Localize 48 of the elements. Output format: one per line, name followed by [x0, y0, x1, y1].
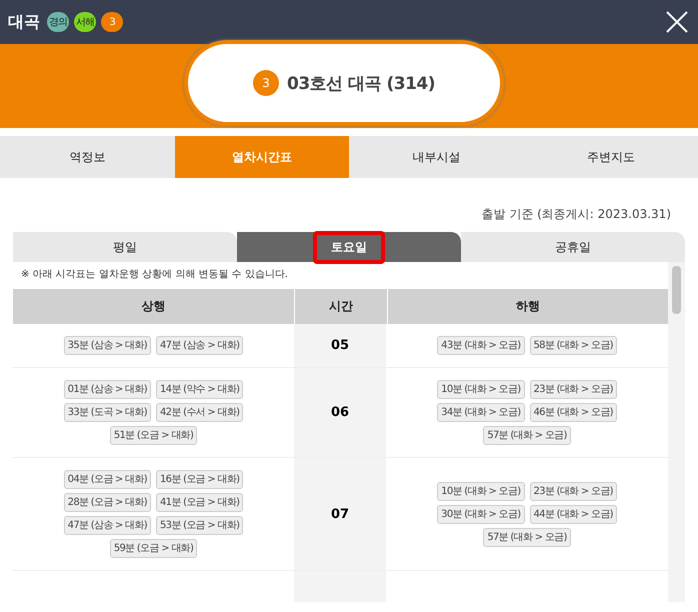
- departure-chip: 41분 (오금 > 대화): [156, 493, 244, 512]
- departure-chip: 58분 (대화 > 오금): [530, 336, 617, 355]
- line-number-badge: 3: [252, 70, 279, 96]
- scrollbar[interactable]: [668, 262, 685, 602]
- line-badge: 서해: [74, 12, 96, 32]
- day-tab[interactable]: 공휴일: [461, 232, 685, 262]
- tab[interactable]: 주변지도: [524, 136, 698, 178]
- station-title: 03호선 대곡 (314): [286, 72, 436, 94]
- departure-chip: 23분 (대화 > 오금): [530, 380, 617, 399]
- column-header: 상행: [140, 298, 166, 315]
- tab[interactable]: 역정보: [0, 136, 174, 178]
- departure-chip: 10분 (대화 > 오금): [437, 482, 524, 500]
- day-tab[interactable]: 토요일: [237, 232, 461, 262]
- notice-text: ※ 아래 시각표는 열차운행 상황에 의해 변동될 수 있습니다.: [21, 269, 288, 280]
- departure-chip: 23분 (대화 > 오금): [530, 482, 617, 500]
- departure-chip: 47분 (삼송 > 대화): [156, 336, 244, 355]
- tab[interactable]: 내부시설: [349, 136, 524, 178]
- highlight-frame: 토요일: [313, 230, 385, 264]
- close-icon[interactable]: [666, 11, 688, 33]
- hour-cell: 05: [294, 324, 386, 367]
- departure-chip: 43분 (대화 > 오금): [437, 336, 524, 355]
- line-badge: 3: [101, 12, 123, 32]
- departure-chip: 30분 (대화 > 오금): [437, 504, 524, 524]
- station-name: 대곡: [8, 12, 40, 32]
- column-header: 하행: [515, 298, 541, 315]
- departure-chip: 44분 (대화 > 오금): [530, 504, 617, 524]
- line-badge: 경의: [47, 12, 69, 32]
- departure-chip: 10분 (대화 > 오금): [437, 380, 524, 399]
- day-tab[interactable]: 평일: [13, 232, 237, 262]
- departure-chip: 46분 (대화 > 오금): [530, 403, 617, 422]
- departure-chip: 34분 (대화 > 오금): [437, 403, 524, 422]
- departure-chip: 16분 (오금 > 대화): [156, 470, 244, 489]
- hour-cell: 07: [294, 458, 386, 570]
- departure-chip: 33분 (도곡 > 대화): [64, 403, 151, 422]
- departure-chip: 42분 (수서 > 대화): [156, 403, 244, 422]
- departure-chip: 28분 (오금 > 대화): [64, 493, 151, 512]
- departure-chip: 57분 (대화 > 오금): [483, 528, 571, 546]
- basis-note: 출발 기준 (최종게시: 2023.03.31): [481, 207, 671, 221]
- hour-cell: 06: [294, 368, 386, 457]
- departure-chip: 01분 (삼송 > 대화): [64, 380, 151, 399]
- departure-chip: 51분 (오금 > 대화): [110, 426, 198, 445]
- departure-chip: 53분 (오금 > 대화): [156, 516, 244, 535]
- departure-chip: 47분 (삼송 > 대화): [64, 516, 151, 535]
- departure-chip: 57분 (대화 > 오금): [483, 426, 571, 445]
- departure-chip: 04분 (오금 > 대화): [64, 470, 151, 489]
- departure-chip: 14분 (약수 > 대화): [156, 380, 244, 399]
- departure-chip: 59분 (오금 > 대화): [110, 539, 198, 558]
- departure-chip: 35분 (삼송 > 대화): [64, 336, 151, 355]
